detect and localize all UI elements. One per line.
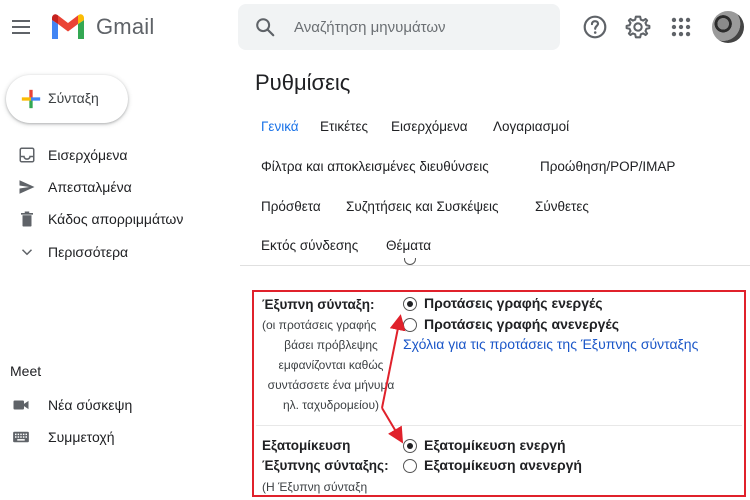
sidebar-item-more[interactable]: Περισσότερα bbox=[0, 236, 230, 268]
sidebar-item-label: Συμμετοχή bbox=[48, 429, 115, 445]
page-title: Ρυθμίσεις bbox=[255, 70, 351, 95]
search-bar[interactable] bbox=[238, 4, 560, 50]
smart-compose-feedback-link[interactable]: Σχόλια για τις προτάσεις της Έξυπνης σύν… bbox=[403, 336, 698, 352]
setting-row-divider bbox=[256, 425, 742, 426]
main-menu-button[interactable] bbox=[8, 14, 34, 40]
gmail-logo[interactable]: Gmail bbox=[50, 13, 154, 41]
scrolled-off-setting-row bbox=[403, 258, 643, 272]
tab-inbox[interactable]: Εισερχόμενα bbox=[391, 119, 468, 134]
inbox-icon bbox=[19, 147, 35, 163]
apps-grid-icon[interactable] bbox=[668, 14, 694, 40]
plus-icon bbox=[21, 89, 41, 109]
tab-chat-meet[interactable]: Συζητήσεις και Συσκέψεις bbox=[346, 199, 499, 214]
account-avatar[interactable] bbox=[712, 11, 744, 43]
sidebar-item-label: Εισερχόμενα bbox=[48, 147, 128, 163]
tab-filters[interactable]: Φίλτρα και αποκλεισμένες διευθύνσεις bbox=[261, 159, 489, 174]
meet-section-title: Meet bbox=[10, 363, 42, 379]
tab-general[interactable]: Γενικά bbox=[261, 119, 299, 134]
radio-button[interactable] bbox=[403, 459, 417, 473]
sidebar-item-label: Νέα σύσκεψη bbox=[48, 397, 133, 413]
sidebar-item-label: Περισσότερα bbox=[48, 244, 129, 260]
app-name: Gmail bbox=[96, 14, 155, 39]
annotation-arrows bbox=[381, 314, 406, 444]
gear-icon[interactable] bbox=[625, 14, 651, 40]
search-input[interactable] bbox=[294, 14, 544, 40]
gmail-m-icon bbox=[52, 14, 84, 39]
tab-forwarding[interactable]: Προώθηση/POP/IMAP bbox=[540, 159, 675, 174]
personalization-label-line-1: Εξατομίκευση bbox=[262, 438, 351, 453]
sidebar-item-inbox[interactable]: Εισερχόμενα bbox=[0, 139, 230, 171]
tab-themes[interactable]: Θέματα bbox=[386, 238, 431, 253]
tab-offline[interactable]: Εκτός σύνδεσης bbox=[261, 238, 358, 253]
radio-label: Προτάσεις γραφής ανενεργές bbox=[424, 316, 619, 332]
help-icon[interactable] bbox=[582, 14, 608, 40]
compose-button[interactable]: Σύνταξη bbox=[6, 75, 128, 123]
radio-label: Εξατομίκευση ενεργή bbox=[424, 437, 566, 453]
arrow-to-personalization bbox=[381, 407, 404, 444]
search-icon[interactable] bbox=[254, 16, 276, 38]
sidebar-item-new-meeting[interactable]: Νέα σύσκεψη bbox=[0, 389, 230, 421]
tab-addons[interactable]: Πρόσθετα bbox=[261, 199, 321, 214]
send-icon bbox=[19, 180, 35, 194]
radio-button bbox=[404, 258, 416, 265]
smart-compose-label: Έξυπνη σύνταξη: bbox=[262, 297, 375, 312]
trash-icon bbox=[21, 211, 33, 227]
tab-advanced[interactable]: Σύνθετες bbox=[535, 199, 589, 214]
video-camera-icon bbox=[13, 400, 29, 410]
compose-label: Σύνταξη bbox=[48, 90, 99, 106]
sidebar-item-sent[interactable]: Απεσταλμένα bbox=[0, 171, 230, 203]
personalization-label-line-2: Έξυπνης σύνταξης: bbox=[262, 458, 389, 473]
personalization-description: (Η Έξυπνη σύνταξη bbox=[262, 480, 368, 494]
keyboard-icon bbox=[13, 431, 29, 443]
tab-accounts[interactable]: Λογαριασμοί bbox=[493, 119, 569, 134]
sidebar-item-label: Κάδος απορριμμάτων bbox=[48, 211, 184, 227]
chevron-down-icon bbox=[21, 249, 33, 256]
top-bar: Gmail bbox=[0, 0, 750, 56]
tab-labels[interactable]: Ετικέτες bbox=[320, 119, 368, 134]
sidebar-item-trash[interactable]: Κάδος απορριμμάτων bbox=[0, 203, 230, 235]
sidebar-item-join-meeting[interactable]: Συμμετοχή bbox=[0, 421, 230, 453]
radio-label: Εξατομίκευση ανενεργή bbox=[424, 457, 582, 473]
radio-label: Προτάσεις γραφής ενεργές bbox=[424, 295, 603, 311]
arrow-to-smart-compose bbox=[381, 314, 406, 409]
sidebar-item-label: Απεσταλμένα bbox=[48, 179, 132, 195]
